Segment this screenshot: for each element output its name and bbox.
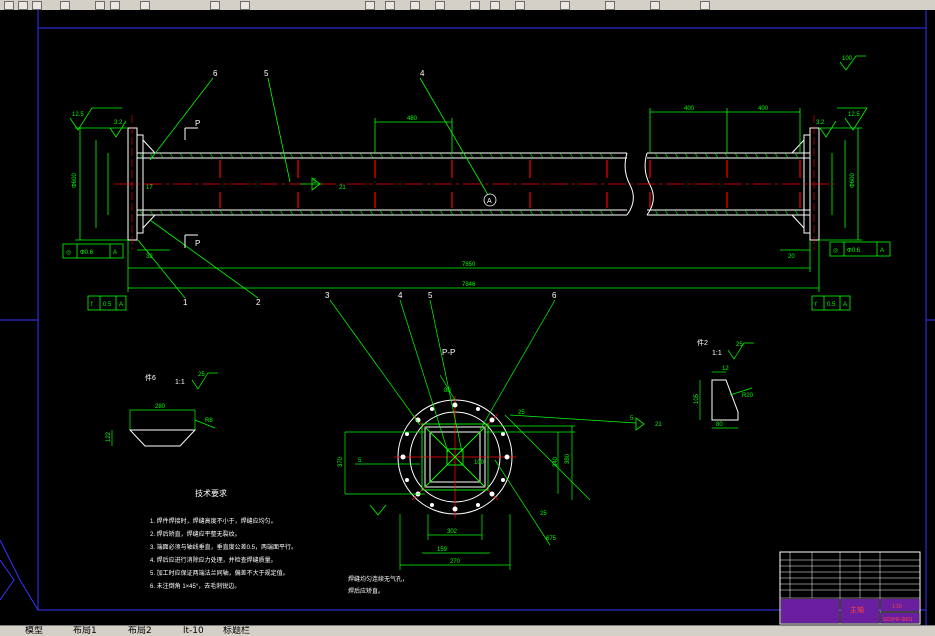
drawing-scale: 1:10: [892, 604, 902, 610]
svg-text:A: A: [113, 250, 117, 256]
svg-text:105: 105: [694, 393, 700, 404]
svg-text:7846: 7846: [462, 282, 476, 288]
note-2: 2. 焊后矫直，焊缝应平整无裂纹。: [150, 530, 241, 538]
svg-text:Φ0.6: Φ0.6: [80, 250, 94, 256]
section-mark-bottom: P: [195, 239, 200, 248]
svg-text:3.2: 3.2: [114, 120, 123, 126]
open-file-icon[interactable]: [18, 1, 28, 10]
svg-text:12: 12: [722, 366, 729, 372]
svg-text:A: A: [880, 248, 884, 254]
zoom-window-icon[interactable]: [410, 1, 420, 10]
svg-text:675: 675: [546, 536, 557, 542]
svg-text:1:1: 1:1: [712, 350, 722, 357]
svg-text:25: 25: [198, 372, 205, 378]
svg-text:0.5: 0.5: [827, 302, 836, 308]
svg-text:400: 400: [684, 106, 695, 112]
svg-text:21: 21: [339, 185, 346, 191]
svg-text:◎: ◎: [66, 250, 71, 256]
save-icon[interactable]: [32, 1, 42, 10]
note-5: 5. 加工时应保证两端法兰同轴，偏差不大于规定值。: [150, 569, 289, 577]
properties-icon[interactable]: [470, 1, 480, 10]
svg-text:80: 80: [444, 388, 451, 394]
detail2-title: 件2: [697, 338, 708, 347]
svg-text:Φ0.6: Φ0.6: [847, 248, 861, 254]
pan-icon[interactable]: [365, 1, 375, 10]
svg-text:100: 100: [474, 460, 485, 466]
layer-icon[interactable]: [650, 1, 660, 10]
callout-2: 2: [256, 298, 261, 307]
svg-text:7850: 7850: [462, 262, 476, 268]
svg-text:400: 400: [758, 106, 769, 112]
svg-text:Φ600: Φ600: [850, 173, 856, 188]
copy-icon[interactable]: [110, 1, 120, 10]
svg-text:4: 4: [398, 291, 403, 300]
callout-1: 1: [183, 298, 188, 307]
cut-icon[interactable]: [95, 1, 105, 10]
svg-text:A: A: [843, 302, 847, 308]
svg-text:R8: R8: [205, 418, 213, 424]
svg-text:302: 302: [447, 529, 458, 535]
markup-icon[interactable]: [560, 1, 570, 10]
undo-icon[interactable]: [210, 1, 220, 10]
svg-text:6: 6: [552, 291, 557, 300]
zoom-previous-icon[interactable]: [435, 1, 445, 10]
callout-6: 6: [213, 69, 218, 78]
svg-text:12.5: 12.5: [848, 112, 860, 118]
svg-text:5: 5: [428, 291, 433, 300]
svg-text:480: 480: [407, 116, 418, 122]
svg-text:1:1: 1:1: [175, 379, 185, 386]
svg-text:25: 25: [518, 410, 525, 416]
svg-text:Φ600: Φ600: [72, 173, 78, 188]
svg-text:340: 340: [553, 456, 559, 467]
help-icon[interactable]: [605, 1, 615, 10]
layer-state-icon[interactable]: [700, 1, 710, 10]
detail6-title: 件6: [145, 373, 156, 382]
new-file-icon[interactable]: [4, 1, 14, 10]
svg-text:32: 32: [146, 254, 153, 260]
section-note-2: 焊后应矫直。: [348, 587, 384, 595]
svg-text:3: 3: [325, 291, 330, 300]
print-icon[interactable]: [60, 1, 70, 10]
callout-5: 5: [264, 69, 269, 78]
svg-text:100: 100: [842, 56, 853, 62]
svg-text:25: 25: [736, 342, 743, 348]
redo-icon[interactable]: [240, 1, 250, 10]
svg-text:80: 80: [716, 422, 723, 428]
svg-text:21: 21: [655, 422, 662, 428]
svg-text:12.5: 12.5: [72, 112, 84, 118]
detail-circle-label: A: [487, 198, 492, 205]
tool-palette-icon[interactable]: [515, 1, 525, 10]
note-3: 3. 端面必须与轴线垂直，垂直度公差0.5，两端面平行。: [150, 543, 297, 551]
notes-title: 技术要求: [195, 488, 227, 498]
paste-icon[interactable]: [140, 1, 150, 10]
svg-text:159: 159: [437, 547, 448, 553]
svg-text:20: 20: [788, 254, 795, 260]
drawing-canvas[interactable]: P P A 6 5 4 1 2 7850 7846 480 400 400 12…: [0, 10, 935, 625]
part-name: 主轴: [850, 605, 864, 614]
svg-text:A: A: [119, 302, 123, 308]
drawing-number: SDXHF-0001: [883, 617, 913, 623]
note-1: 1. 焊件焊接时，焊缝高度不小于，焊缝应均匀。: [150, 517, 277, 525]
svg-text:280: 280: [155, 404, 166, 410]
zoom-realtime-icon[interactable]: [385, 1, 395, 10]
svg-text:122: 122: [106, 431, 112, 442]
svg-text:270: 270: [450, 559, 461, 565]
svg-text:3.2: 3.2: [816, 120, 825, 126]
section-title: P-P: [442, 348, 455, 357]
svg-text:370: 370: [338, 456, 344, 467]
svg-text:0.5: 0.5: [103, 302, 112, 308]
design-center-icon[interactable]: [490, 1, 500, 10]
layout-tabs: 模型 布局1 布局2 lt-10 标题栏: [0, 625, 935, 636]
svg-text:380: 380: [565, 453, 571, 464]
section-mark-top: P: [195, 119, 200, 128]
section-note-1: 焊缝均匀连续无气孔，: [348, 575, 408, 583]
svg-text:17: 17: [146, 185, 153, 191]
note-4: 4. 焊后应进行消除应力处理，并检查焊缝质量。: [150, 556, 277, 564]
svg-text:25: 25: [540, 511, 547, 517]
svg-text:R20: R20: [742, 393, 754, 399]
callout-4: 4: [420, 69, 425, 78]
note-6: 6. 未注倒角 1×45°，去毛刺锐边。: [150, 582, 240, 590]
svg-text:◎: ◎: [833, 248, 838, 254]
